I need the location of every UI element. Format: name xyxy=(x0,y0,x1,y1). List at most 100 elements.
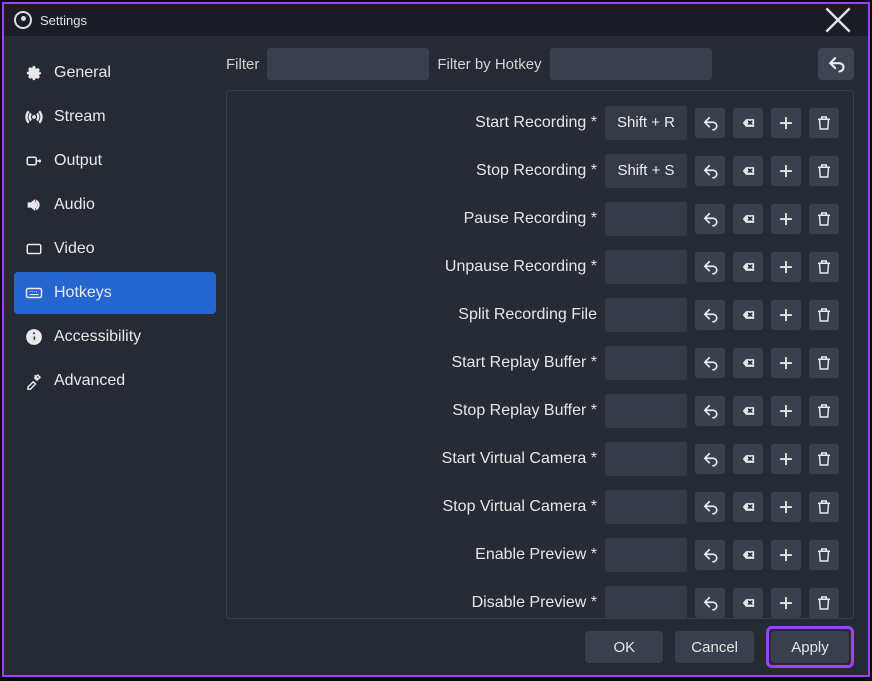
undo-button[interactable] xyxy=(695,444,725,474)
apply-button[interactable]: Apply xyxy=(771,631,849,663)
hotkey-row: Pause Recording * xyxy=(231,195,839,243)
undo-button[interactable] xyxy=(695,492,725,522)
video-icon xyxy=(24,239,44,259)
hotkey-label: Start Virtual Camera * xyxy=(442,450,597,468)
hotkey-label: Pause Recording * xyxy=(464,210,597,228)
close-button[interactable] xyxy=(818,6,858,34)
add-button[interactable] xyxy=(771,540,801,570)
tools-icon xyxy=(24,371,44,391)
undo-button[interactable] xyxy=(695,156,725,186)
clear-button[interactable] xyxy=(733,540,763,570)
delete-button[interactable] xyxy=(809,492,839,522)
hotkey-input[interactable] xyxy=(605,394,687,428)
filter-hotkey-input[interactable] xyxy=(550,48,712,80)
settings-window: Settings GeneralStreamOutputAudioVideoHo… xyxy=(2,2,870,677)
hotkey-input[interactable]: Shift + R xyxy=(605,106,687,140)
hotkey-row: Split Recording File xyxy=(231,291,839,339)
add-button[interactable] xyxy=(771,396,801,426)
undo-button[interactable] xyxy=(695,300,725,330)
clear-button[interactable] xyxy=(733,396,763,426)
hotkey-input[interactable] xyxy=(605,442,687,476)
add-button[interactable] xyxy=(771,204,801,234)
sidebar-item-hotkeys[interactable]: Hotkeys xyxy=(14,272,216,314)
clear-button[interactable] xyxy=(733,108,763,138)
undo-button[interactable] xyxy=(695,204,725,234)
add-button[interactable] xyxy=(771,348,801,378)
hotkey-label: Start Recording * xyxy=(475,114,597,132)
sidebar-item-stream[interactable]: Stream xyxy=(14,96,216,138)
main-panel: Filter Filter by Hotkey Start Recording … xyxy=(226,48,868,619)
hotkey-input[interactable] xyxy=(605,538,687,572)
clear-button[interactable] xyxy=(733,444,763,474)
hotkey-input[interactable] xyxy=(605,250,687,284)
delete-button[interactable] xyxy=(809,252,839,282)
filter-input[interactable] xyxy=(267,48,429,80)
sidebar-item-label: Video xyxy=(54,240,95,258)
add-button[interactable] xyxy=(771,300,801,330)
cancel-button[interactable]: Cancel xyxy=(675,631,754,663)
add-button[interactable] xyxy=(771,588,801,618)
clear-button[interactable] xyxy=(733,156,763,186)
hotkey-label: Enable Preview * xyxy=(475,546,597,564)
hotkey-input[interactable] xyxy=(605,346,687,380)
broadcast-icon xyxy=(24,107,44,127)
hotkey-label: Unpause Recording * xyxy=(445,258,597,276)
clear-button[interactable] xyxy=(733,204,763,234)
delete-button[interactable] xyxy=(809,540,839,570)
sidebar-item-label: Audio xyxy=(54,196,95,214)
dialog-footer: OK Cancel Apply xyxy=(4,619,868,675)
sidebar-item-accessibility[interactable]: Accessibility xyxy=(14,316,216,358)
revert-filter-button[interactable] xyxy=(818,48,854,80)
sidebar-item-advanced[interactable]: Advanced xyxy=(14,360,216,402)
undo-button[interactable] xyxy=(695,588,725,618)
hotkey-input[interactable] xyxy=(605,490,687,524)
clear-button[interactable] xyxy=(733,252,763,282)
clear-button[interactable] xyxy=(733,588,763,618)
filter-bar: Filter Filter by Hotkey xyxy=(226,48,854,90)
delete-button[interactable] xyxy=(809,156,839,186)
hotkey-label: Split Recording File xyxy=(458,306,597,324)
undo-button[interactable] xyxy=(695,540,725,570)
sidebar-item-general[interactable]: General xyxy=(14,52,216,94)
hotkey-row: Start Replay Buffer * xyxy=(231,339,839,387)
delete-button[interactable] xyxy=(809,588,839,618)
clear-button[interactable] xyxy=(733,300,763,330)
sidebar-item-video[interactable]: Video xyxy=(14,228,216,270)
add-button[interactable] xyxy=(771,492,801,522)
apply-button-highlight: Apply xyxy=(766,626,854,668)
undo-button[interactable] xyxy=(695,396,725,426)
hotkey-input[interactable]: Shift + S xyxy=(605,154,687,188)
ok-button[interactable]: OK xyxy=(585,631,663,663)
add-button[interactable] xyxy=(771,444,801,474)
add-button[interactable] xyxy=(771,108,801,138)
delete-button[interactable] xyxy=(809,348,839,378)
sidebar-item-audio[interactable]: Audio xyxy=(14,184,216,226)
hotkey-input[interactable] xyxy=(605,586,687,618)
sidebar-item-label: Stream xyxy=(54,108,106,126)
delete-button[interactable] xyxy=(809,300,839,330)
delete-button[interactable] xyxy=(809,108,839,138)
undo-button[interactable] xyxy=(695,108,725,138)
delete-button[interactable] xyxy=(809,396,839,426)
output-icon xyxy=(24,151,44,171)
clear-button[interactable] xyxy=(733,348,763,378)
sidebar-item-output[interactable]: Output xyxy=(14,140,216,182)
delete-button[interactable] xyxy=(809,444,839,474)
hotkey-list-container: Start Recording * Shift + R Stop Recordi… xyxy=(226,90,854,619)
add-button[interactable] xyxy=(771,156,801,186)
hotkey-label: Stop Replay Buffer * xyxy=(452,402,597,420)
hotkey-input[interactable] xyxy=(605,202,687,236)
sidebar-item-label: Hotkeys xyxy=(54,284,112,302)
keyboard-icon xyxy=(24,283,44,303)
clear-button[interactable] xyxy=(733,492,763,522)
sidebar-item-label: Advanced xyxy=(54,372,125,390)
hotkey-row: Stop Recording * Shift + S xyxy=(231,147,839,195)
hotkey-input[interactable] xyxy=(605,298,687,332)
add-button[interactable] xyxy=(771,252,801,282)
content: General Stream Output Audio Video Hotkeys Acce… xyxy=(4,36,868,619)
accessibility-icon xyxy=(24,327,44,347)
undo-button[interactable] xyxy=(695,252,725,282)
undo-button[interactable] xyxy=(695,348,725,378)
delete-button[interactable] xyxy=(809,204,839,234)
hotkey-list[interactable]: Start Recording * Shift + R Stop Recordi… xyxy=(227,91,853,618)
